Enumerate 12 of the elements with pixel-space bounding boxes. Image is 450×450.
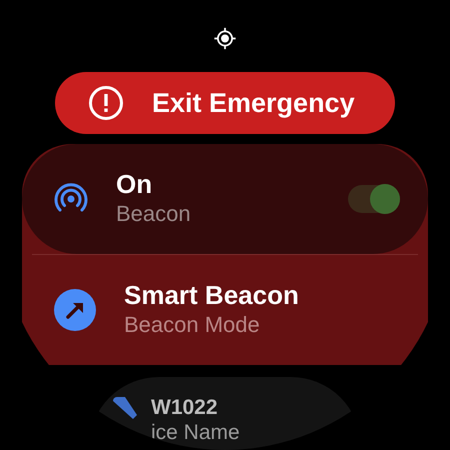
device-subtitle: ice Name <box>151 420 240 446</box>
device-title: W1022 <box>151 395 219 420</box>
settings-item[interactable]: Smart Beacon Beacon Mode <box>22 255 428 366</box>
alert-icon <box>88 85 124 122</box>
settings-item[interactable]: On Beacon <box>22 144 428 254</box>
item-subtitle: Beacon Mode <box>124 311 261 340</box>
exit-emergency-button[interactable]: Exit Emergency <box>55 72 395 134</box>
item-title: Smart Beacon <box>124 280 300 312</box>
item-subtitle: Beacon <box>116 200 192 228</box>
toggle-switch[interactable] <box>348 185 400 214</box>
location-icon <box>212 27 238 50</box>
item-title: On <box>116 169 154 200</box>
